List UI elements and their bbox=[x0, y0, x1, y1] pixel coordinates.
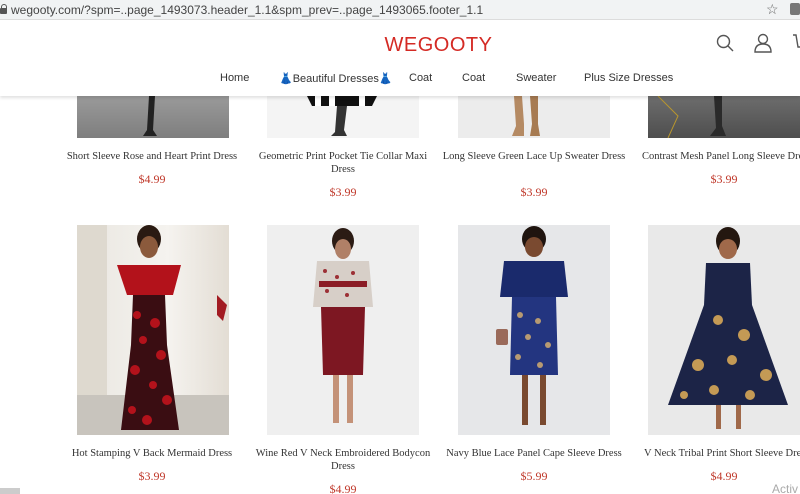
user-icon[interactable] bbox=[753, 33, 773, 53]
product-name[interactable]: Long Sleeve Green Lace Up Sweater Dress bbox=[439, 150, 629, 163]
product-name[interactable]: Wine Red V Neck Embroidered Bodycon Dres… bbox=[248, 447, 438, 473]
product-name[interactable]: V Neck Tribal Print Short Sleeve Dress bbox=[629, 447, 800, 460]
product-image[interactable] bbox=[267, 225, 419, 435]
product-name[interactable]: Navy Blue Lace Panel Cape Sleeve Dress bbox=[439, 447, 629, 460]
os-watermark: Activ bbox=[772, 482, 799, 494]
cart-icon[interactable] bbox=[792, 33, 800, 53]
product-image[interactable] bbox=[77, 96, 229, 138]
product-price: $3.99 bbox=[329, 185, 357, 199]
nav-home[interactable]: Home bbox=[220, 72, 249, 84]
nav-coat[interactable]: Coat bbox=[409, 72, 432, 84]
product-name[interactable]: Hot Stamping V Back Mermaid Dress bbox=[57, 447, 247, 460]
site-header: WEGOOTY Home 👗Beautiful Dresses👗 Coat Co… bbox=[0, 20, 800, 96]
horizontal-scrollbar[interactable] bbox=[0, 488, 20, 494]
nav-coat-2[interactable]: Coat bbox=[462, 72, 485, 84]
url-text[interactable]: wegooty.com/?spm=..page_1493073.header_1… bbox=[11, 3, 483, 17]
product-price: $4.99 bbox=[138, 172, 166, 186]
nav-sweater[interactable]: Sweater bbox=[516, 72, 556, 84]
product-image[interactable] bbox=[648, 96, 800, 138]
site-logo[interactable]: WEGOOTY bbox=[0, 34, 800, 57]
product-price: $3.99 bbox=[710, 172, 738, 186]
extension-icon[interactable] bbox=[790, 3, 800, 15]
product-price: $3.99 bbox=[520, 185, 548, 199]
nav-plus-size-dresses[interactable]: Plus Size Dresses bbox=[584, 72, 673, 84]
product-price: $4.99 bbox=[329, 482, 357, 494]
main-nav: Home 👗Beautiful Dresses👗 Coat Coat Sweat… bbox=[0, 72, 800, 90]
product-price: $3.99 bbox=[138, 469, 166, 483]
product-name[interactable]: Short Sleeve Rose and Heart Print Dress bbox=[57, 150, 247, 163]
address-bar[interactable]: wegooty.com/?spm=..page_1493073.header_1… bbox=[0, 0, 800, 20]
product-image[interactable] bbox=[648, 225, 800, 435]
product-price: $5.99 bbox=[520, 469, 548, 483]
product-image[interactable] bbox=[267, 96, 419, 138]
product-image[interactable] bbox=[458, 225, 610, 435]
product-name[interactable]: Contrast Mesh Panel Long Sleeve Dress bbox=[629, 150, 800, 163]
product-image[interactable] bbox=[77, 225, 229, 435]
product-image[interactable] bbox=[458, 96, 610, 138]
search-icon[interactable] bbox=[716, 34, 734, 52]
bookmark-star-icon[interactable]: ☆ bbox=[766, 1, 779, 18]
nav-beautiful-dresses[interactable]: 👗Beautiful Dresses👗 bbox=[279, 72, 393, 85]
lock-icon bbox=[0, 4, 8, 14]
product-name[interactable]: Geometric Print Pocket Tie Collar Maxi D… bbox=[248, 150, 438, 176]
